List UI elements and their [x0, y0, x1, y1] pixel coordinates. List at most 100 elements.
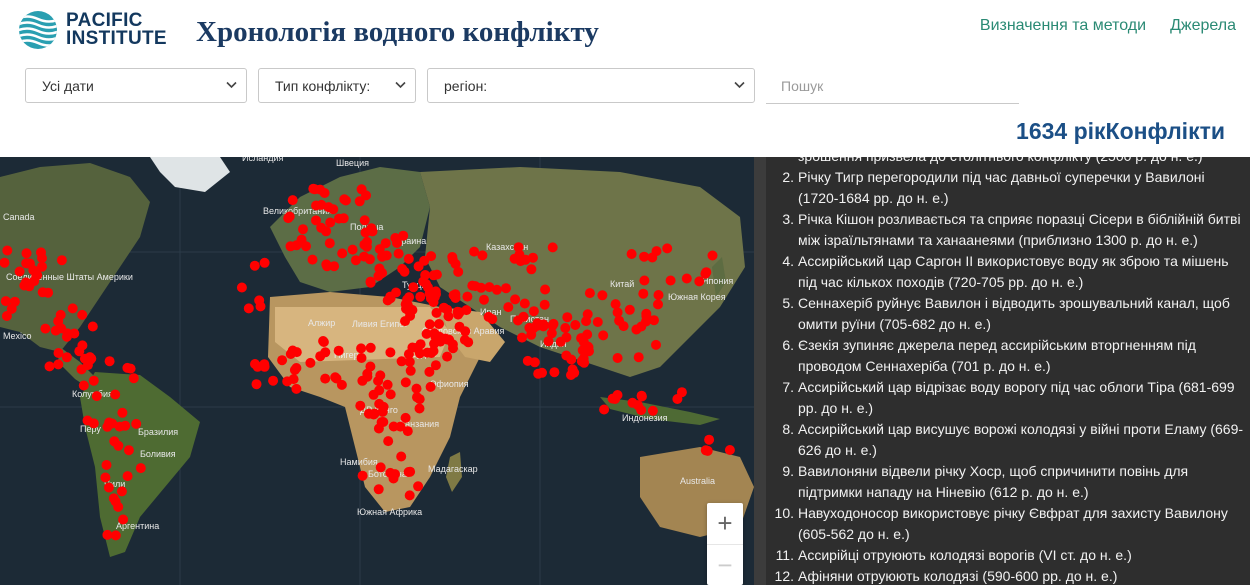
conflict-marker[interactable]	[405, 466, 416, 477]
conflict-marker[interactable]	[103, 482, 114, 493]
conflict-marker[interactable]	[110, 389, 121, 400]
list-item[interactable]: 2. Річку Тигр перегородили під час давньо…	[766, 167, 1250, 209]
conflict-marker[interactable]	[391, 287, 401, 298]
conflict-marker[interactable]	[491, 284, 502, 295]
conflict-marker[interactable]	[315, 184, 326, 195]
conflict-marker[interactable]	[503, 302, 514, 313]
conflict-marker[interactable]	[283, 213, 294, 224]
conflict-marker[interactable]	[356, 353, 367, 363]
conflict-marker[interactable]	[513, 242, 524, 253]
conflict-marker[interactable]	[120, 420, 131, 431]
conflict-marker[interactable]	[400, 412, 411, 423]
conflict-marker[interactable]	[37, 253, 47, 264]
conflict-marker[interactable]	[450, 293, 461, 303]
conflict-map[interactable]: ИсландияШвецияCanadaВеликобританияПольша…	[0, 157, 754, 585]
conflict-marker[interactable]	[415, 291, 426, 302]
conflict-marker[interactable]	[44, 361, 55, 372]
conflict-marker[interactable]	[249, 260, 260, 271]
conflict-marker[interactable]	[676, 387, 687, 398]
conflict-marker[interactable]	[519, 298, 530, 309]
conflict-marker[interactable]	[633, 352, 644, 363]
list-item[interactable]: 6. Єзекія зупиняє джерела перед ассирійсь…	[766, 335, 1250, 377]
conflict-marker[interactable]	[375, 462, 386, 473]
conflict-marker[interactable]	[100, 472, 111, 483]
conflict-marker[interactable]	[117, 407, 128, 418]
conflict-marker[interactable]	[113, 501, 124, 512]
conflict-marker[interactable]	[413, 481, 424, 492]
conflict-marker[interactable]	[612, 353, 623, 363]
conflict-marker[interactable]	[566, 354, 577, 365]
conflict-marker[interactable]	[77, 309, 88, 320]
conflict-marker[interactable]	[362, 236, 372, 247]
conflict-marker[interactable]	[501, 283, 511, 294]
conflict-marker[interactable]	[393, 248, 404, 259]
conflict-marker[interactable]	[331, 373, 342, 384]
conflict-marker[interactable]	[374, 244, 385, 255]
list-item[interactable]: 7. Ассирійський цар відрізає воду ворогу …	[766, 377, 1250, 419]
conflict-marker[interactable]	[442, 351, 453, 362]
conflict-marker[interactable]	[87, 321, 98, 332]
conflict-marker[interactable]	[78, 380, 89, 391]
conflict-marker[interactable]	[467, 280, 478, 291]
conflict-marker[interactable]	[318, 337, 329, 347]
conflict-marker[interactable]	[425, 381, 436, 392]
conflict-marker[interactable]	[577, 345, 588, 356]
conflict-marker[interactable]	[122, 362, 133, 373]
conflict-marker[interactable]	[14, 266, 25, 277]
conflict-marker[interactable]	[560, 323, 571, 333]
conflict-marker[interactable]	[2, 245, 13, 256]
conflict-marker[interactable]	[135, 463, 146, 474]
conflict-marker[interactable]	[259, 257, 270, 268]
conflict-marker[interactable]	[681, 273, 692, 284]
conflict-marker[interactable]	[665, 275, 676, 286]
conflict-marker[interactable]	[547, 242, 558, 253]
conflict-marker[interactable]	[131, 418, 142, 429]
conflict-marker[interactable]	[53, 359, 64, 370]
conflict-marker[interactable]	[420, 270, 431, 280]
conflict-marker[interactable]	[315, 351, 326, 362]
conflict-marker[interactable]	[396, 451, 407, 462]
conflict-marker[interactable]	[37, 261, 47, 272]
conflict-marker[interactable]	[22, 258, 33, 269]
conflict-marker[interactable]	[584, 288, 595, 299]
list-item[interactable]: 8. Ассирійський цар висушує ворожі колодя…	[766, 419, 1250, 461]
conflict-marker[interactable]	[548, 318, 559, 329]
list-item[interactable]: 3. Річка Кішон розливається та сприяє пор…	[766, 209, 1250, 251]
conflict-marker[interactable]	[487, 314, 498, 325]
conflict-marker[interactable]	[651, 339, 661, 350]
conflict-marker[interactable]	[582, 309, 593, 320]
conflict-marker[interactable]	[101, 460, 112, 470]
conflict-marker[interactable]	[651, 246, 662, 257]
map-canvas[interactable]: ИсландияШвецияCanadaВеликобританияПольша…	[0, 157, 754, 585]
conflict-marker[interactable]	[438, 302, 449, 313]
conflict-marker[interactable]	[91, 391, 102, 402]
conflict-marker[interactable]	[382, 295, 393, 306]
conflict-marker[interactable]	[435, 336, 446, 347]
conflict-marker[interactable]	[610, 299, 621, 310]
conflict-marker[interactable]	[569, 367, 580, 378]
conflict-marker[interactable]	[254, 295, 265, 306]
conflict-marker[interactable]	[392, 238, 402, 248]
list-item[interactable]: зрошення призвела до столітнього конфлік…	[766, 157, 1250, 167]
conflict-marker[interactable]	[285, 349, 296, 359]
conflict-marker[interactable]	[102, 529, 113, 540]
conflict-marker[interactable]	[539, 299, 550, 310]
conflict-marker[interactable]	[375, 370, 386, 381]
conflict-marker[interactable]	[452, 306, 463, 317]
zoom-in-button[interactable]: +	[707, 503, 743, 544]
conflict-marker[interactable]	[236, 282, 247, 293]
conflict-marker[interactable]	[397, 263, 408, 274]
list-item[interactable]: 4. Ассирійський цар Саргон II використову…	[766, 251, 1250, 293]
conflict-marker[interactable]	[411, 342, 422, 353]
conflict-marker[interactable]	[400, 377, 411, 388]
conflict-marker[interactable]	[37, 287, 48, 298]
conflict-marker[interactable]	[251, 379, 262, 390]
conflict-marker[interactable]	[268, 375, 279, 386]
conflict-marker[interactable]	[510, 294, 521, 305]
conflict-marker[interactable]	[597, 290, 608, 301]
conflict-marker[interactable]	[305, 357, 316, 368]
conflict-marker[interactable]	[479, 294, 489, 305]
conflict-marker[interactable]	[19, 280, 30, 291]
region-select[interactable]: регіон:	[427, 68, 755, 103]
conflict-marker[interactable]	[356, 343, 367, 354]
